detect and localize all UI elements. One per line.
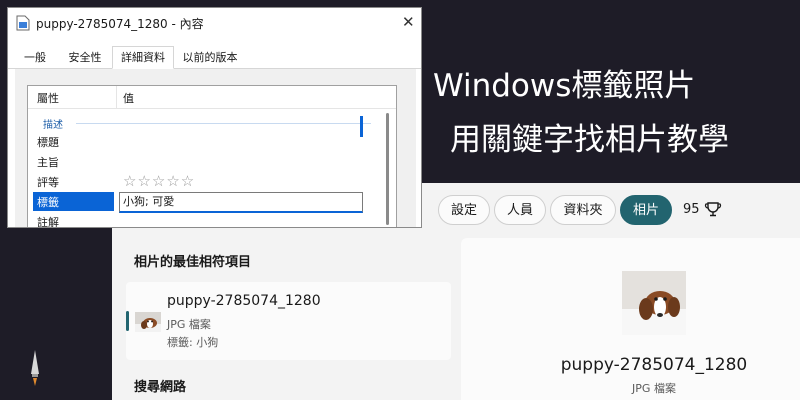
- result-thumbnail: [135, 312, 161, 332]
- file-icon: [16, 15, 30, 35]
- properties-dialog: puppy-2785074_1280 - 內容 ✕ 一般 安全性 詳細資料 以前…: [7, 7, 422, 228]
- column-header-property[interactable]: 屬性: [37, 90, 59, 106]
- filter-settings[interactable]: 設定: [438, 195, 490, 225]
- column-header-value[interactable]: 值: [123, 90, 134, 106]
- preview-pane: puppy-2785074_1280 JPG 檔案: [461, 238, 800, 400]
- property-row-rating[interactable]: 評等 ☆☆☆☆☆: [28, 172, 368, 191]
- rating-stars[interactable]: ☆☆☆☆☆: [123, 172, 195, 190]
- rewards-points[interactable]: 95: [683, 202, 700, 217]
- tab-details[interactable]: 詳細資料: [112, 46, 174, 69]
- property-row-tags[interactable]: 標籤 小狗; 可愛: [28, 192, 368, 213]
- banner-title-line1: Windows標籤照片: [433, 68, 696, 104]
- property-row-comments[interactable]: 註解: [28, 212, 368, 228]
- tab-previous-versions[interactable]: 以前的版本: [176, 48, 244, 68]
- best-match-heading: 相片的最佳相符項目: [134, 255, 252, 270]
- property-row-subject[interactable]: 主旨: [28, 152, 368, 171]
- property-name: 標題: [37, 136, 59, 149]
- tab-security[interactable]: 安全性: [60, 48, 110, 68]
- best-match-result[interactable]: puppy-2785074_1280 JPG 檔案 標籤: 小狗: [126, 282, 451, 360]
- property-name: 註解: [37, 216, 59, 228]
- search-web-heading: 搜尋網路: [134, 380, 187, 395]
- property-row-title[interactable]: 標題: [28, 132, 368, 151]
- result-tags: 標籤: 小狗: [167, 336, 219, 349]
- close-icon[interactable]: ✕: [402, 13, 415, 31]
- tags-input[interactable]: 小狗; 可愛: [119, 192, 363, 213]
- group-header-description: 描述: [43, 120, 63, 131]
- result-file-name: puppy-2785074_1280: [167, 293, 321, 309]
- properties-list: 屬性 值 描述 標題 主旨 評等 ☆☆☆☆☆ 標籤 小狗; 可愛 註解: [27, 85, 397, 228]
- preview-image[interactable]: [622, 271, 686, 335]
- tab-general[interactable]: 一般: [15, 48, 55, 68]
- dialog-titlebar[interactable]: puppy-2785074_1280 - 內容 ✕: [8, 8, 421, 38]
- filter-people[interactable]: 人員: [494, 195, 546, 225]
- group-divider: [76, 123, 371, 124]
- property-name: 主旨: [37, 156, 59, 169]
- text-caret: [360, 116, 363, 137]
- filter-folders[interactable]: 資料夾: [550, 195, 616, 225]
- taskbar-app-icon[interactable]: [28, 348, 42, 392]
- vertical-scrollbar[interactable]: [386, 113, 389, 225]
- filter-photos[interactable]: 相片: [620, 195, 672, 225]
- dialog-title: puppy-2785074_1280 - 內容: [36, 17, 204, 31]
- preview-file-type: JPG 檔案: [632, 382, 676, 395]
- trophy-icon[interactable]: [704, 201, 722, 221]
- selection-indicator: [126, 311, 129, 331]
- result-file-type: JPG 檔案: [167, 318, 211, 331]
- banner-title-line2: 用關鍵字找相片教學: [450, 122, 729, 158]
- property-name: 評等: [37, 176, 59, 189]
- preview-file-name: puppy-2785074_1280: [560, 355, 748, 375]
- column-header: 屬性 值: [28, 86, 396, 109]
- column-divider[interactable]: [116, 86, 117, 108]
- property-name: 標籤: [37, 196, 59, 209]
